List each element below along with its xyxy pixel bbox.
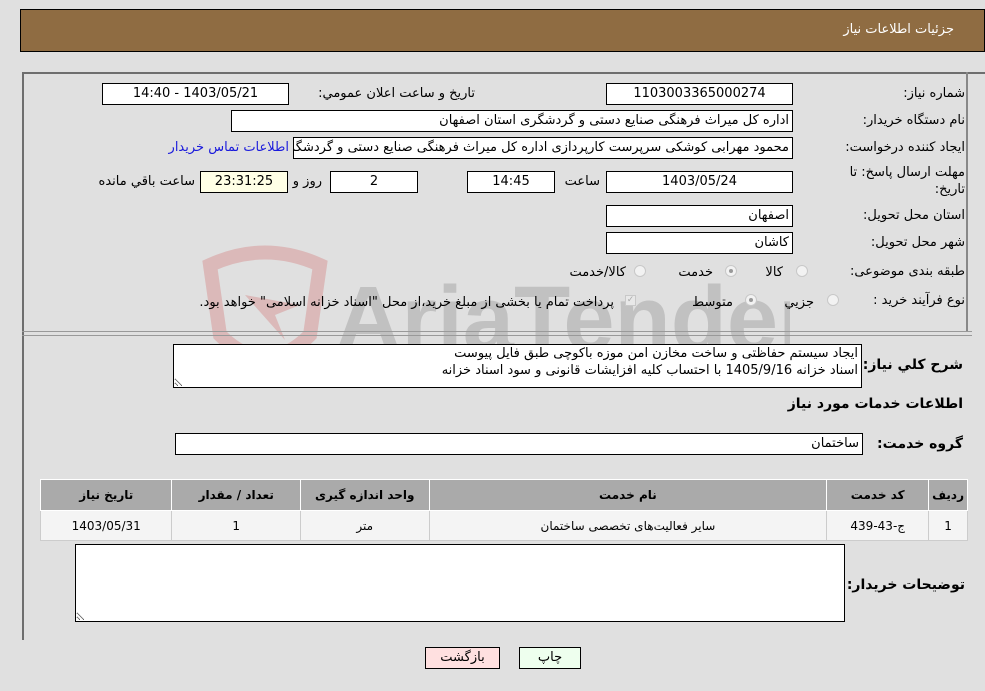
need-number-field: 1103003365000274 [606,83,793,105]
treasury-payment-note: پرداخت تمام یا بخشی از مبلغ خرید،از محل … [199,295,614,310]
deadline-time-label: ساعت [564,174,600,189]
page-title: جزئیات اطلاعات نیاز [843,22,954,37]
category-option-goods-service: کالا/خدمت [569,265,626,280]
time-remaining-label: ساعت باقي مانده [98,174,195,189]
purchase-process-label: نوع فرآیند خرید : [873,293,965,308]
col-header-service-code: کد خدمت [826,479,930,511]
col-header-service-name: نام خدمت [428,479,828,511]
process-option-medium: متوسط [692,295,733,310]
deadline-label-line1: مهلت ارسال پاسخ: تا [849,165,965,180]
category-label: طبقه بندی موضوعی: [849,264,965,279]
process-option-minor: جزيي [784,295,814,310]
panel-right-border [966,72,968,332]
col-header-row-number: ردیف [928,479,968,511]
description-label: شرح کلي نیاز: [862,357,963,373]
treasury-payment-checkbox[interactable]: ✓ [625,295,636,306]
province-label: استان محل تحویل: [863,208,965,223]
buyer-org-field: اداره کل میراث فرهنگی صنایع دستی و گردشگ… [231,110,793,132]
buyer-contact-link[interactable]: اطلاعات تماس خریدار [169,140,289,155]
cell-service-code: ج-43-439 [826,510,930,541]
print-button[interactable]: چاپ [519,647,581,669]
announce-datetime-field: 1403/05/21 - 14:40 [102,83,289,105]
cell-service-name: سایر فعالیت‌های تخصصی ساختمان [428,510,828,541]
need-number-label: شماره نیاز: [903,86,965,101]
time-remaining-field: 23:31:25 [200,171,288,193]
buyer-notes-label: توضیحات خریدار: [846,577,965,593]
city-label: شهر محل تحویل: [870,235,965,250]
deadline-label-line2: تاریخ: [934,182,965,197]
col-header-quantity: تعداد / مقدار [171,479,301,511]
table-row: 1 ج-43-439 سایر فعالیت‌های تخصصی ساختمان… [39,510,968,541]
cell-row-number: 1 [928,510,968,541]
services-table: ردیف کد خدمت نام خدمت واحد اندازه گیری ت… [39,479,968,541]
col-header-unit: واحد اندازه گیری [299,479,430,511]
announce-datetime-label: تاریخ و ساعت اعلان عمومي: [318,86,475,101]
col-header-need-date: تاریخ نیاز [39,479,173,511]
requester-field: محمود مهرابی کوشکی سرپرست کارپردازی ادار… [293,137,793,159]
category-option-service: خدمت [678,265,713,280]
category-radio-service[interactable] [725,265,737,277]
days-remaining-field: 2 [330,171,418,193]
buyer-notes-textarea[interactable] [75,544,845,622]
cell-need-date: 1403/05/31 [39,510,173,541]
requester-label: ایجاد کننده درخواست: [845,140,965,155]
category-option-goods: کالا [765,265,783,280]
page-header: جزئیات اطلاعات نیاز [20,9,985,52]
service-group-field: ساختمان [175,433,863,455]
days-label: روز و [292,174,322,189]
process-radio-minor[interactable] [827,294,839,306]
description-textarea[interactable]: ایجاد سیستم حفاظتی و ساخت مخازن امن موزه… [173,344,862,388]
cell-quantity: 1 [171,510,301,541]
services-section-title: اطلاعات خدمات مورد نیاز [787,396,963,412]
category-radio-goods-service[interactable] [634,265,646,277]
back-button[interactable]: بازگشت [425,647,500,669]
buyer-org-label: نام دستگاه خریدار: [862,113,965,128]
province-field: اصفهان [606,205,793,227]
divider [22,335,972,336]
table-header-row: ردیف کد خدمت نام خدمت واحد اندازه گیری ت… [39,479,968,511]
divider [22,331,972,332]
cell-unit: متر [299,510,430,541]
category-radio-goods[interactable] [796,265,808,277]
city-field: کاشان [606,232,793,254]
service-group-label: گروه خدمت: [877,436,963,452]
process-radio-medium[interactable] [745,294,757,306]
deadline-time-field: 14:45 [467,171,555,193]
deadline-date-field: 1403/05/24 [606,171,793,193]
